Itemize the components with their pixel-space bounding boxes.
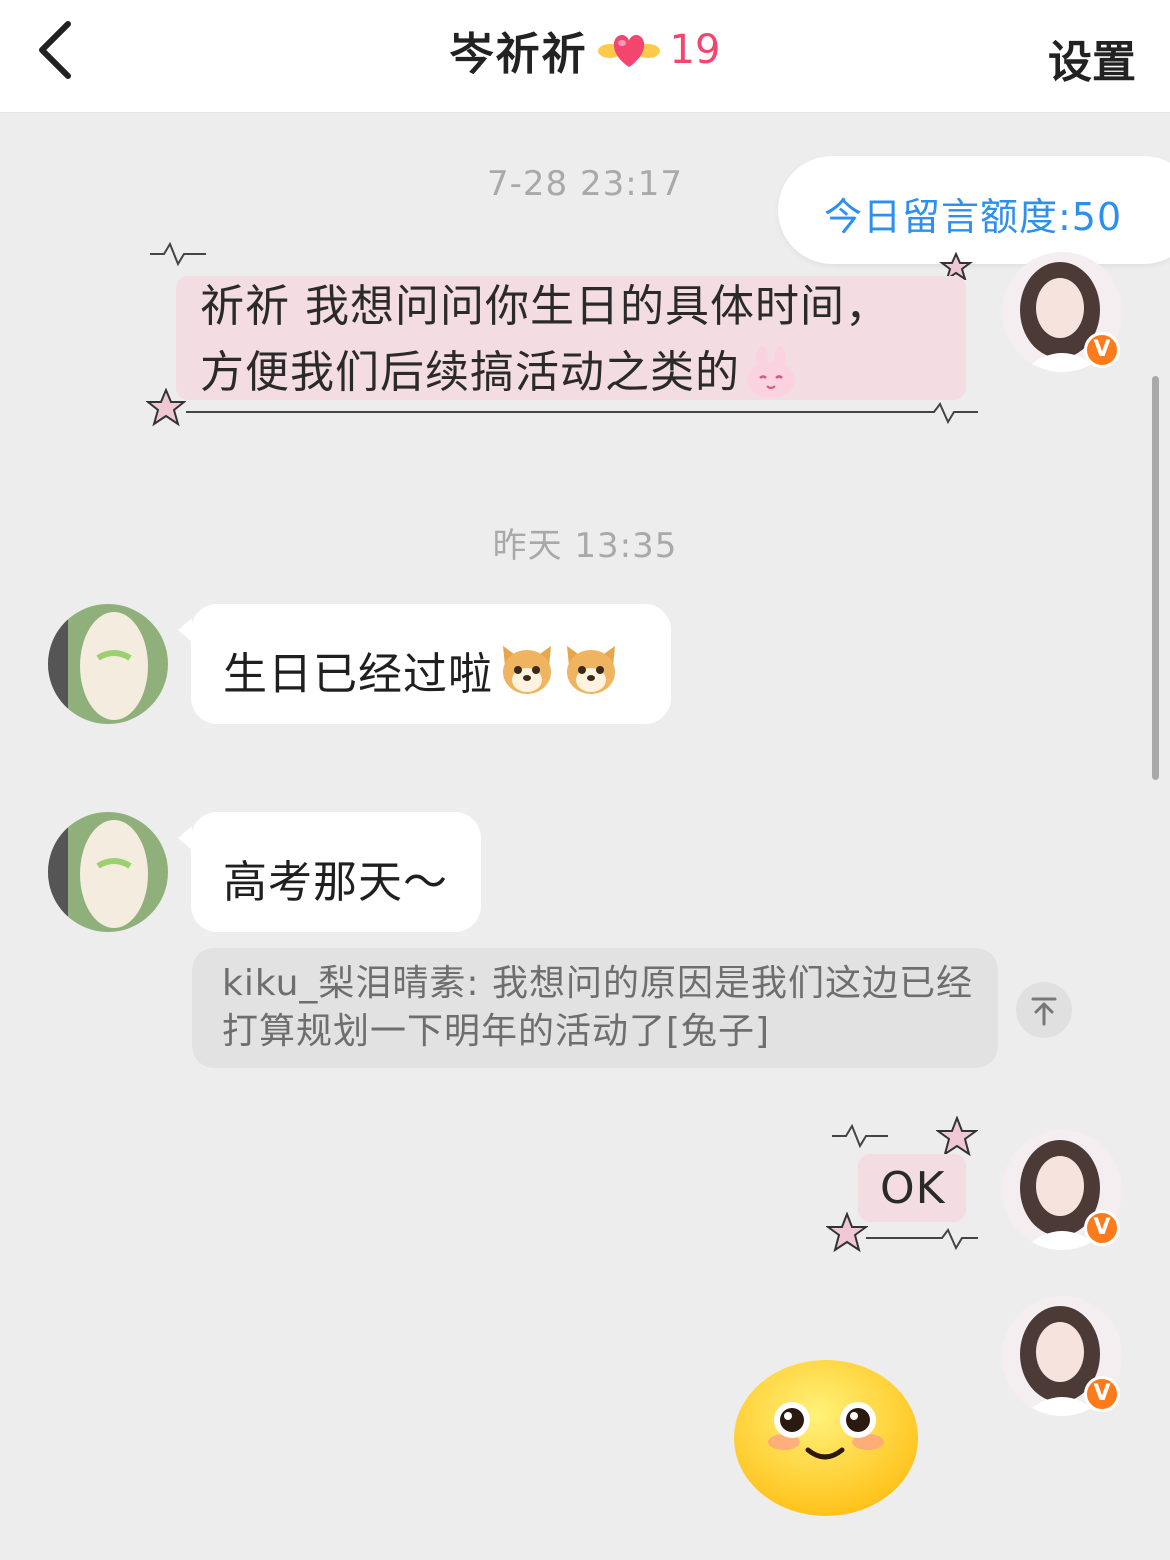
star-sparkle-icon [936,1116,978,1157]
heartbeat-line-icon [186,402,978,425]
star-sparkle-icon [146,388,186,427]
winged-heart-icon [597,35,660,67]
message-text-line: 方便我们后续搞活动之类的 [200,347,740,398]
verified-badge: V [1084,1210,1120,1246]
settings-button[interactable]: 设置 [1048,26,1136,90]
bunny-emoji-icon [747,346,795,398]
outgoing-message-bubble[interactable]: 祈祈 我想问问你生日的具体时间， 方便我们后续搞活动之类的 [176,276,966,400]
message-quota-pill: 今日留言额度:50 [778,156,1170,264]
bubble-tail [178,618,192,642]
scrollbar[interactable] [1152,376,1159,780]
chat-title: 岑祈祈 [449,29,588,80]
incoming-message-bubble[interactable]: 生日已经过啦 [191,604,671,724]
bubble-tail [178,826,192,850]
message-text: OK [880,1163,946,1214]
avatar[interactable] [48,604,168,724]
verified-badge: V [1084,332,1120,368]
star-sparkle-icon [826,1212,868,1253]
timestamp: 昨天 13:35 [492,526,678,566]
heartbeat-line-icon [150,241,206,267]
incoming-message-bubble[interactable]: 高考那天～ [191,812,481,932]
message-text-line: 祈祈 我想问问你生日的具体时间， [200,281,890,332]
shiba-dog-emoji-icon [567,646,615,694]
outgoing-message-bubble[interactable]: OK [858,1154,966,1222]
avatar[interactable] [48,812,168,932]
quoted-text: kiku_梨泪晴素: 我想问的原因是我们这边已经打算规划一下明年的活动了[兔子] [222,963,973,1052]
intimacy-count: 19 [669,27,721,73]
quota-label: 今日留言额度:50 [824,195,1123,239]
heartbeat-line-icon [832,1123,888,1149]
title-group: 岑祈祈 19 [0,0,1170,100]
shiba-dog-emoji-icon [503,646,551,694]
scroll-to-quote-button[interactable] [1016,982,1072,1038]
verified-badge: V [1084,1376,1120,1412]
quoted-reply[interactable]: kiku_梨泪晴素: 我想问的原因是我们这边已经打算规划一下明年的活动了[兔子] [192,948,998,1068]
message-text: 生日已经过啦 [223,649,493,700]
message-text: 高考那天～ [223,857,448,908]
arrow-up-to-top-icon [1031,997,1057,1026]
blushing-smiley-sticker-icon[interactable] [728,1356,924,1520]
heartbeat-line-icon [866,1228,978,1251]
chat-header: 岑祈祈 19 设置 [0,0,1170,113]
